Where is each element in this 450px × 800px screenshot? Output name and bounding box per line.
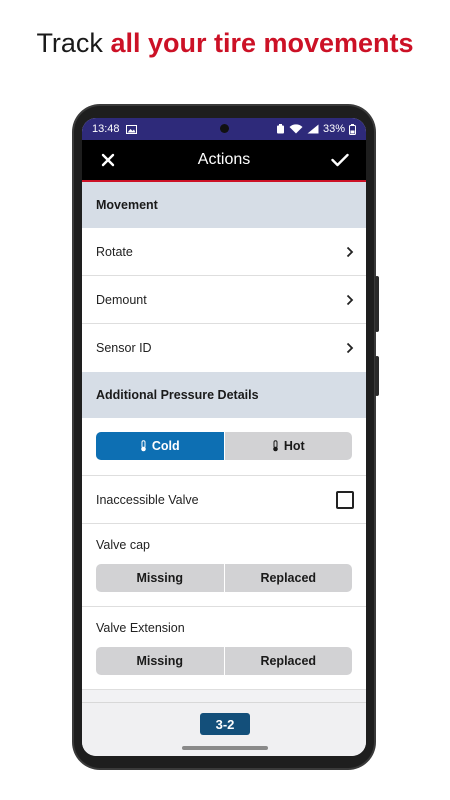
bottom-bar: 3-2	[82, 702, 366, 756]
valve-extension-toggle: Missing Replaced	[96, 647, 352, 675]
movement-item-demount[interactable]: Demount	[82, 276, 366, 324]
headline-accent: all your tire movements	[110, 28, 414, 58]
signal-icon	[307, 124, 319, 134]
valve-cap-toggle: Missing Replaced	[96, 564, 352, 592]
thermometer-icon	[141, 440, 146, 452]
valve-cap-option-missing[interactable]: Missing	[96, 564, 224, 592]
temperature-toggle-wrap: Cold Hot	[82, 418, 366, 476]
chevron-right-icon	[346, 246, 354, 257]
temperature-option-label: Hot	[283, 439, 305, 453]
phone-frame: 13:48 33% Actions Movement Rotate Demoun…	[74, 106, 379, 768]
valve-extension-option-replaced[interactable]: Replaced	[223, 647, 353, 675]
power-button	[375, 276, 379, 332]
movement-item-rotate[interactable]: Rotate	[82, 228, 366, 276]
battery-icon	[349, 123, 356, 135]
headline-plain: Track	[36, 28, 111, 58]
actions-content: Movement Rotate Demount Sensor ID Additi…	[82, 182, 366, 690]
status-icons: 33%	[276, 123, 356, 135]
movement-section-header: Movement	[82, 182, 366, 228]
valve-cap-label: Valve cap	[96, 538, 150, 552]
valve-extension-label: Valve Extension	[96, 621, 185, 635]
chevron-right-icon	[346, 294, 354, 305]
valve-extension-group: Valve Extension Missing Replaced	[82, 607, 366, 690]
battery-saver-icon	[276, 124, 284, 134]
status-bar: 13:48 33%	[82, 118, 366, 140]
image-notification-icon	[125, 124, 137, 134]
valve-extension-option-missing[interactable]: Missing	[96, 647, 224, 675]
check-icon	[331, 153, 349, 167]
temperature-option-hot[interactable]: Hot	[223, 432, 353, 460]
pressure-section-header: Additional Pressure Details	[82, 372, 366, 418]
movement-item-label: Sensor ID	[96, 341, 152, 355]
movement-item-sensor-id[interactable]: Sensor ID	[82, 324, 366, 372]
temperature-option-label: Cold	[151, 439, 180, 453]
thermometer-icon	[273, 440, 278, 452]
close-button[interactable]	[96, 148, 120, 172]
confirm-button[interactable]	[328, 148, 352, 172]
promo-headline: Track all your tire movements	[0, 28, 450, 58]
battery-percent: 33%	[322, 123, 345, 135]
chevron-right-icon	[346, 342, 354, 354]
inaccessible-valve-label: Inaccessible Valve	[96, 492, 199, 507]
wifi-icon	[289, 124, 303, 134]
inaccessible-valve-row: Inaccessible Valve	[82, 476, 366, 524]
volume-button	[375, 356, 379, 396]
status-time: 13:48	[92, 123, 120, 135]
front-camera	[220, 124, 229, 133]
movement-item-label: Demount	[96, 292, 147, 307]
valve-cap-option-replaced[interactable]: Replaced	[223, 564, 353, 592]
inaccessible-valve-checkbox[interactable]	[336, 490, 354, 509]
home-indicator[interactable]	[182, 746, 268, 750]
temperature-toggle: Cold Hot	[96, 432, 352, 460]
app-screen: 13:48 33% Actions Movement Rotate Demoun…	[82, 118, 366, 756]
tire-position-badge[interactable]: 3-2	[200, 713, 250, 735]
close-icon	[101, 153, 115, 167]
app-bar: Actions	[82, 140, 366, 182]
page-title: Actions	[197, 151, 251, 168]
temperature-option-cold[interactable]: Cold	[96, 432, 224, 460]
valve-cap-group: Valve cap Missing Replaced	[82, 524, 366, 607]
movement-item-label: Rotate	[96, 244, 133, 259]
